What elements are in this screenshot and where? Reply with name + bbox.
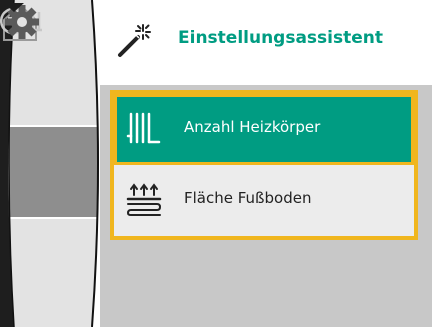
radiator-icon <box>126 112 161 144</box>
content-area: Anzahl Heizkörper Fläche Fußboden <box>100 85 432 327</box>
rail-background <box>0 0 100 327</box>
magic-wand-icon <box>118 24 151 57</box>
page-title: Einstellungsassistent <box>178 28 384 48</box>
screen: Einstellungsassistent Anzahl Heizkörper <box>0 0 432 327</box>
underfloor-heating-icon <box>126 183 162 216</box>
menu-item-number-of-radiators[interactable]: Anzahl Heizkörper <box>114 94 414 165</box>
chevron-down-icon[interactable] <box>0 0 28 14</box>
menu-list: Anzahl Heizkörper Fläche Fußboden <box>110 90 418 240</box>
menu-item-label: Anzahl Heizkörper <box>184 118 321 136</box>
menu-item-floor-area[interactable]: Fläche Fußboden <box>114 165 414 236</box>
menu-item-label: Fläche Fußboden <box>184 189 312 207</box>
header: Einstellungsassistent <box>100 0 432 85</box>
left-navigation-rail <box>0 0 100 327</box>
